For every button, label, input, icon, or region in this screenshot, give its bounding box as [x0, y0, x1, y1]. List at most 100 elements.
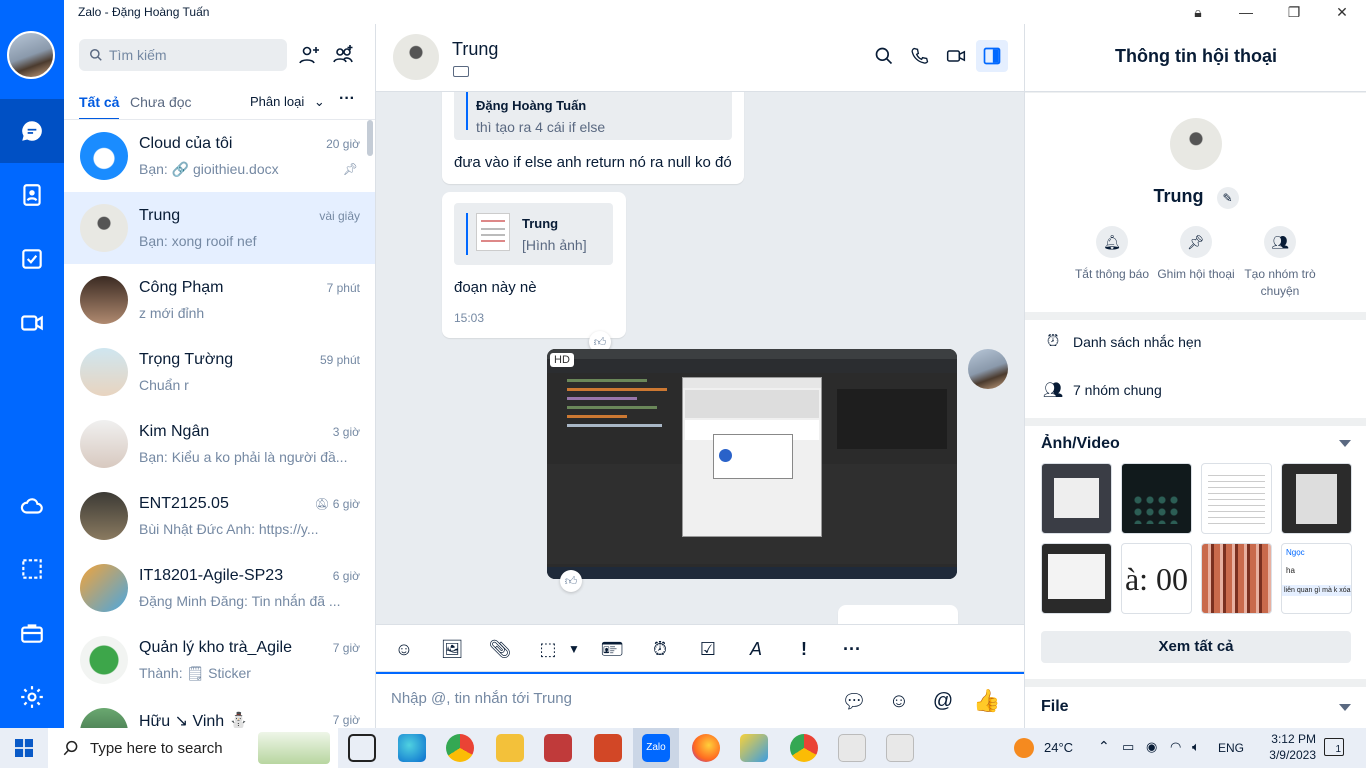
contacts-nav-button[interactable] — [0, 163, 64, 227]
tag-icon[interactable] — [453, 66, 469, 77]
message-input[interactable] — [391, 690, 811, 707]
media-thumbnail[interactable] — [1121, 463, 1192, 534]
pin-action[interactable]: 📌︎ Ghim hội thoại — [1154, 226, 1238, 283]
conversation-item[interactable]: Cloud của tôi 20 giờ Bạn: 🔗 gioithieu.do… — [64, 120, 375, 192]
message-bubble[interactable] — [838, 605, 958, 624]
todo-nav-button[interactable] — [0, 227, 64, 291]
classify-dropdown[interactable]: Phân loại ⌄ — [250, 94, 325, 110]
java-icon[interactable] — [886, 734, 914, 762]
video-call-button[interactable] — [940, 40, 972, 72]
weather-temp[interactable]: 24°C — [1044, 740, 1073, 755]
quick-message-icon[interactable]: 💬︎ — [841, 688, 867, 714]
message-bubble[interactable]: Trung [Hình ảnh] đoạn này nè 15:03 — [442, 192, 626, 338]
conversation-item[interactable]: Quản lý kho trà_Agile 7 giờ Thành: 🗒 Sti… — [64, 624, 375, 696]
sidebar-scrollbar[interactable] — [367, 120, 373, 156]
quoted-message[interactable]: Trung [Hình ảnh] — [454, 203, 613, 265]
file-explorer-icon[interactable] — [496, 734, 524, 762]
weather-icon[interactable] — [1014, 738, 1034, 758]
start-button[interactable] — [0, 728, 48, 768]
todo-icon[interactable]: ☑ — [696, 637, 720, 661]
volume-icon[interactable]: 🔈︎ — [1192, 739, 1200, 755]
video-nav-button[interactable] — [0, 291, 64, 355]
chevron-down-icon[interactable] — [1339, 440, 1351, 447]
profile-avatar[interactable] — [1170, 118, 1222, 170]
format-text-icon[interactable]: A — [744, 637, 768, 661]
conversation-item[interactable]: Trọng Tường 59 phút Chuẩn r — [64, 336, 375, 408]
tab-all[interactable]: Tất cả — [79, 94, 120, 120]
search-box[interactable] — [79, 39, 287, 71]
image-message[interactable]: HD — [547, 349, 957, 579]
thumbs-up-icon[interactable]: 👍 — [973, 688, 1000, 714]
image-icon[interactable]: 🖼︎ — [440, 637, 464, 661]
conversation-item[interactable]: Kim Ngân 3 giờ Bạn: Kiểu a ko phải là ng… — [64, 408, 375, 480]
conversation-item[interactable]: Trung vài giây Bạn: xong rooif nef — [64, 192, 375, 264]
chevron-down-icon[interactable] — [1339, 704, 1351, 711]
see-all-button[interactable]: Xem tất cả — [1041, 631, 1351, 663]
like-reaction-icon[interactable]: 👍︎ — [560, 570, 582, 592]
media-thumbnail[interactable] — [1041, 543, 1112, 614]
create-group-action[interactable]: 👥︎ Tạo nhóm trò chuyện — [1238, 226, 1322, 300]
edge-icon[interactable] — [398, 734, 426, 762]
voice-call-button[interactable] — [904, 40, 936, 72]
java-icon[interactable] — [838, 734, 866, 762]
attach-icon[interactable]: 📎︎ — [488, 637, 512, 661]
sender-avatar[interactable] — [968, 349, 1008, 389]
contact-card-icon[interactable]: 🪪︎ — [600, 637, 624, 661]
important-icon[interactable]: ! — [792, 637, 816, 661]
conversation-item[interactable]: IT18201-Agile-SP23 6 giờ Đặng Minh Đăng:… — [64, 552, 375, 624]
chat-nav-button[interactable] — [0, 99, 64, 163]
app-icon[interactable] — [544, 734, 572, 762]
media-thumbnail[interactable] — [1281, 463, 1352, 534]
maximize-button[interactable]: ❐ — [1270, 0, 1318, 24]
wifi-icon[interactable]: ◠ — [1170, 739, 1181, 755]
battery-icon[interactable]: ▭ — [1122, 739, 1134, 755]
taskbar-search[interactable]: Type here to search — [48, 728, 338, 768]
media-thumbnail[interactable] — [1201, 463, 1272, 534]
more-icon[interactable]: ··· — [840, 637, 864, 661]
chrome-profile-icon[interactable] — [790, 734, 818, 762]
close-button[interactable]: ✕ — [1318, 0, 1366, 24]
clock[interactable]: 3:12 PM 3/9/2023 — [1269, 731, 1316, 763]
media-thumbnail[interactable] — [1041, 463, 1112, 534]
edit-icon[interactable]: ✎ — [1216, 187, 1239, 209]
chevron-up-icon[interactable]: ⌃ — [1098, 738, 1110, 755]
task-view-icon[interactable] — [348, 734, 376, 762]
screenshot-icon[interactable]: ⬚ — [536, 637, 560, 661]
add-friend-icon[interactable] — [297, 43, 321, 67]
user-avatar[interactable] — [7, 31, 55, 79]
search-input[interactable] — [109, 47, 279, 63]
lock-icon[interactable]: 🔒︎ — [1174, 0, 1222, 24]
contact-avatar[interactable] — [393, 34, 439, 80]
conversation-item[interactable]: Hữu ↘ Vinh ⛄ 7 giờ — [64, 696, 375, 728]
quoted-message[interactable]: Đặng Hoàng Tuấn thì tạo ra 4 cái if else — [454, 92, 732, 140]
toolbox-nav-button[interactable] — [0, 601, 64, 665]
conversation-item[interactable]: Công Phạm 7 phút z mới đỉnh — [64, 264, 375, 336]
media-thumbnail[interactable]: à: 00 — [1121, 543, 1192, 614]
media-thumbnail[interactable]: Ngọc ha liên quan gì mà k xóa — [1281, 543, 1352, 614]
chevron-down-icon[interactable]: ▼ — [562, 637, 586, 661]
tab-unread[interactable]: Chưa đọc — [130, 94, 192, 110]
language-indicator[interactable]: ENG — [1218, 741, 1244, 755]
camera-icon[interactable]: ◉ — [1146, 739, 1157, 755]
conversation-item[interactable]: ENT2125.05 🔕︎ 6 giờ Bùi Nhật Đức Anh: htt… — [64, 480, 375, 552]
more-options-icon[interactable]: ··· — [339, 90, 355, 108]
emoji-icon[interactable]: ☺︎ — [886, 688, 912, 714]
zalo-icon[interactable]: Zalo — [642, 734, 670, 762]
mute-action[interactable]: 🔔︎ Tắt thông báo — [1070, 226, 1154, 283]
powerpoint-icon[interactable] — [594, 734, 622, 762]
minimize-button[interactable]: — — [1222, 0, 1270, 24]
chrome-icon[interactable] — [446, 734, 474, 762]
toggle-info-button[interactable] — [976, 40, 1008, 72]
reminder-icon[interactable]: ⏰︎ — [648, 637, 672, 661]
cloud-nav-button[interactable] — [0, 474, 64, 538]
sticker-icon[interactable]: ☺︎ — [392, 637, 416, 661]
notification-center-icon[interactable]: 1 — [1324, 738, 1344, 756]
message-bubble[interactable]: Đặng Hoàng Tuấn thì tạo ra 4 cái if else… — [442, 92, 744, 184]
search-button[interactable] — [868, 40, 900, 72]
mention-icon[interactable]: @ — [930, 688, 956, 714]
firefox-icon[interactable] — [692, 734, 720, 762]
settings-nav-button[interactable] — [0, 665, 64, 729]
media-thumbnail[interactable] — [1201, 543, 1272, 614]
create-group-icon[interactable] — [331, 43, 355, 67]
reminders-row[interactable]: ⏰︎ Danh sách nhắc hẹn — [1041, 330, 1202, 354]
